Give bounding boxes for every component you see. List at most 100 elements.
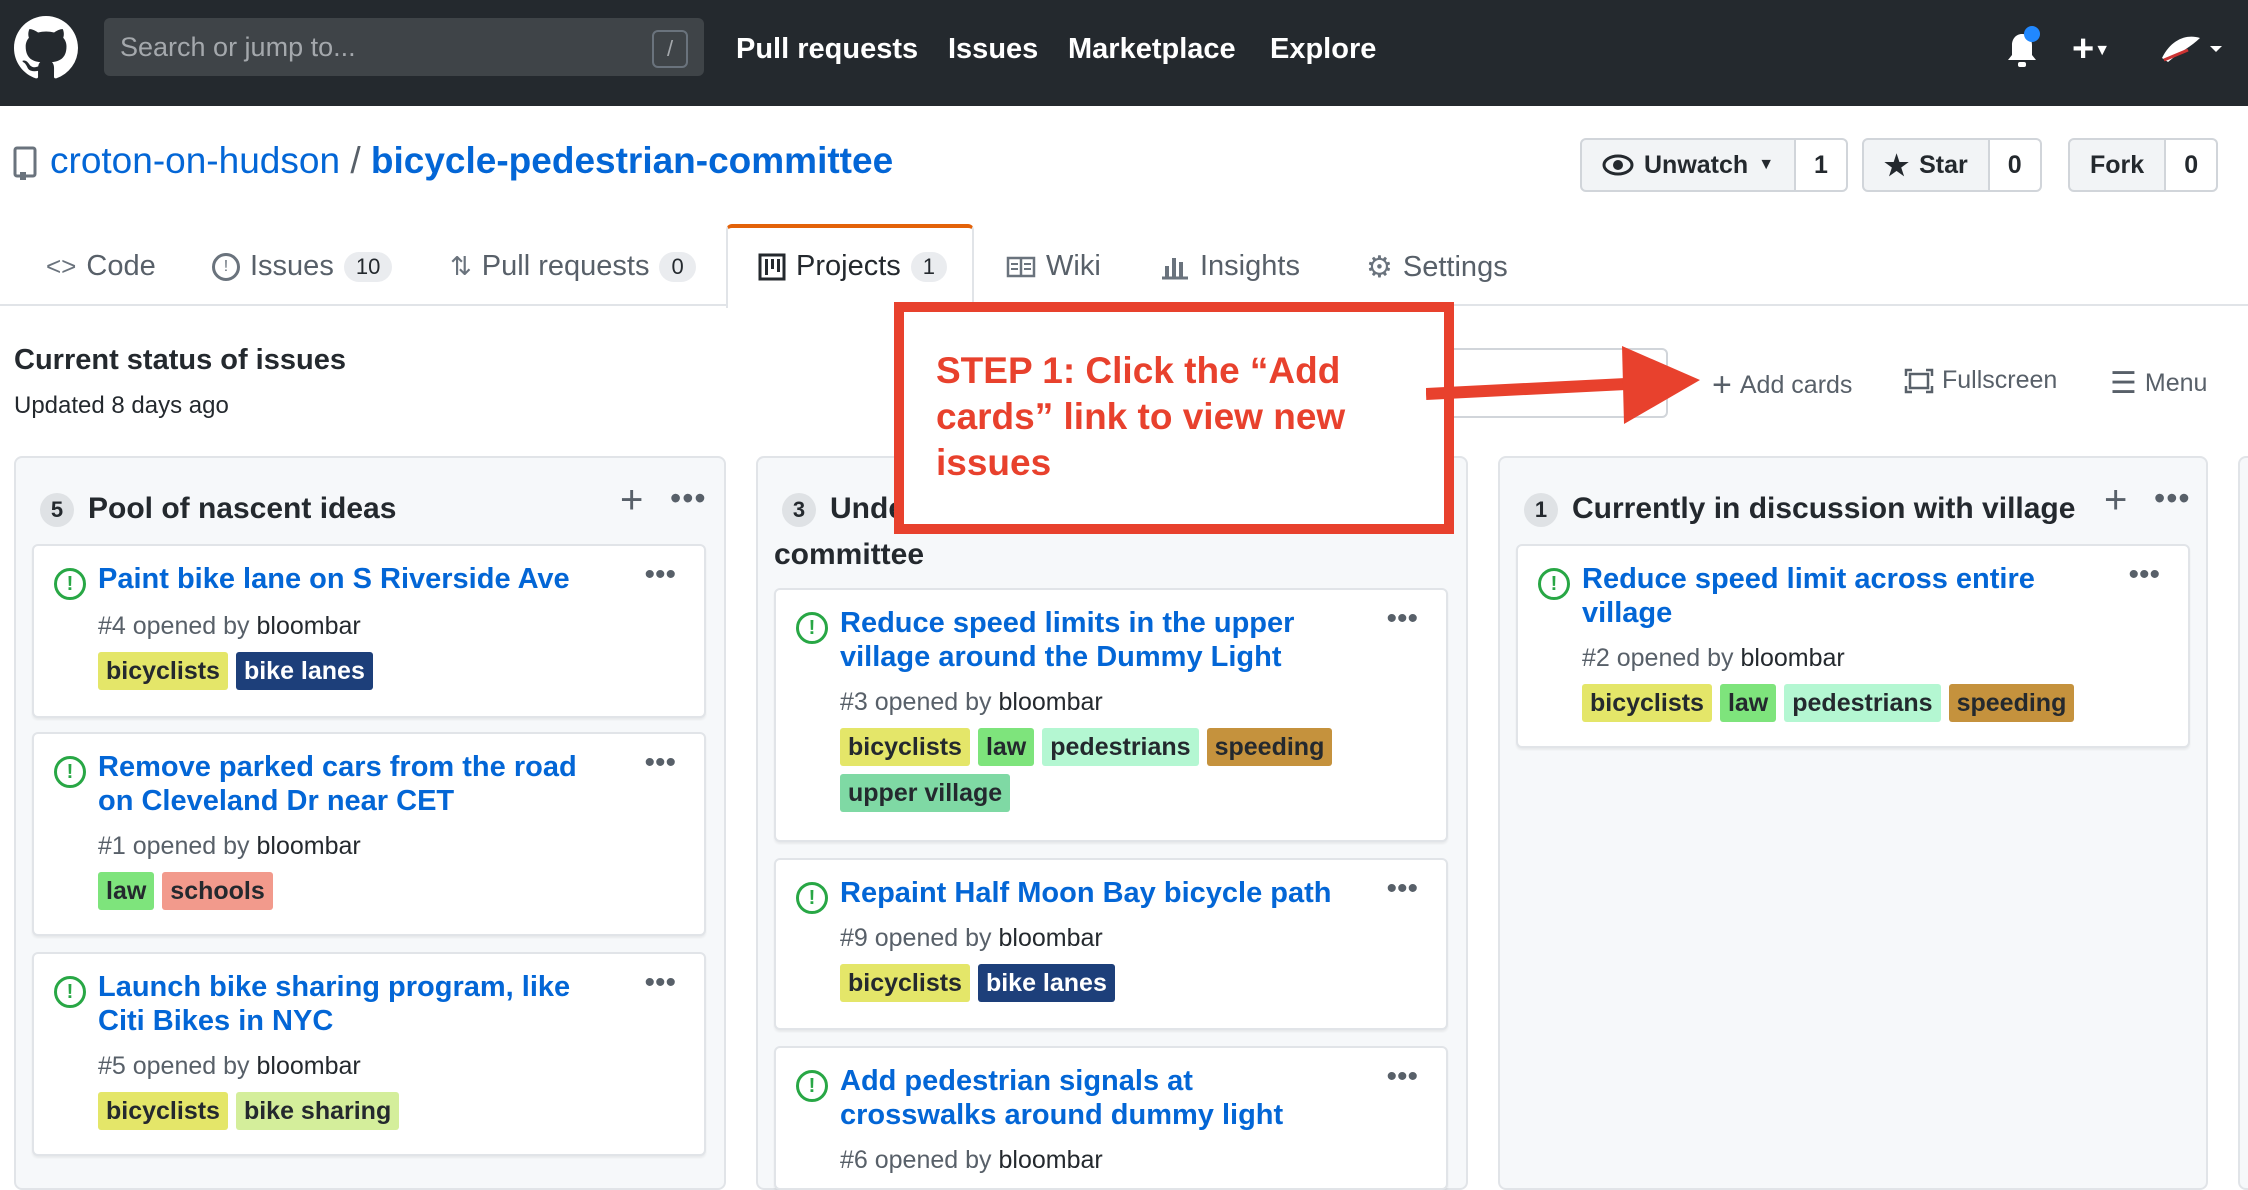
card-menu-dots-icon[interactable]: ••• [644, 558, 676, 592]
search-input[interactable]: Search or jump to... / [104, 18, 704, 76]
label-bike-lanes[interactable]: bike lanes [235, 652, 373, 690]
project-column-partial [2238, 456, 2248, 1190]
issue-meta: #6 opened by bloombar [840, 1146, 1103, 1175]
github-logo-icon[interactable] [14, 16, 78, 80]
issue-title-link[interactable]: Reduce speed limits in the upper village… [840, 606, 1350, 674]
tab-settings-label: Settings [1402, 251, 1508, 283]
issue-number: #1 opened by [98, 832, 250, 860]
add-card-plus-icon[interactable]: + [620, 478, 643, 523]
column-card-count: 3 [782, 493, 816, 528]
menu-label: Menu [2144, 369, 2208, 397]
menu-button[interactable]: ☰ Menu [2110, 366, 2207, 401]
avatar[interactable] [2158, 28, 2228, 72]
issue-card[interactable]: ! Paint bike lane on S Riverside Ave •••… [32, 544, 706, 718]
tab-pull-requests[interactable]: ⇅ Pull requests 0 [450, 250, 696, 283]
issue-author[interactable]: bloombar [256, 1052, 360, 1080]
card-menu-dots-icon[interactable]: ••• [1386, 602, 1418, 636]
issue-author[interactable]: bloombar [256, 612, 360, 640]
tab-insights-label: Insights [1200, 250, 1300, 282]
create-new-dropdown-icon[interactable]: +▼ [2072, 28, 2110, 71]
label-speeding[interactable]: speeding [1948, 684, 2075, 722]
issue-title-link[interactable]: Reduce speed limit across entire village [1582, 562, 2092, 630]
column-menu-dots-icon[interactable]: ••• [2154, 480, 2191, 517]
star-button[interactable]: ★ Star [1862, 138, 1990, 192]
fork-button[interactable]: Fork [2068, 138, 2167, 192]
issue-card[interactable]: ! Remove parked cars from the road on Cl… [32, 732, 706, 936]
label-bicyclists[interactable]: bicyclists [98, 1092, 228, 1130]
label-bike-lanes[interactable]: bike lanes [977, 964, 1115, 1002]
column-menu-dots-icon[interactable]: ••• [670, 480, 707, 517]
fullscreen-button[interactable]: Fullscreen [1904, 366, 2057, 395]
tab-projects[interactable]: Projects 1 [758, 250, 948, 283]
nav-pull-requests[interactable]: Pull requests [736, 33, 918, 66]
issue-title-link[interactable]: Repaint Half Moon Bay bicycle path [840, 876, 1350, 910]
tab-issues[interactable]: ! Issues 10 [212, 250, 393, 283]
issue-number: #4 opened by [98, 612, 250, 640]
label-schools[interactable]: schools [162, 872, 273, 910]
issue-card[interactable]: ! Reduce speed limits in the upper villa… [774, 588, 1448, 842]
issue-author[interactable]: bloombar [998, 688, 1102, 716]
issue-meta: #3 opened by bloombar [840, 688, 1103, 717]
label-pedestrians[interactable]: pedestrians [1784, 684, 1941, 722]
issue-title-link[interactable]: Remove parked cars from the road on Clev… [98, 750, 608, 818]
label-pedestrians[interactable]: pedestrians [1042, 728, 1199, 766]
unwatch-label: Unwatch [1644, 150, 1749, 179]
top-header: Search or jump to... / Pull requests Iss… [0, 0, 2248, 106]
tab-code[interactable]: <> Code [46, 250, 156, 283]
issue-card[interactable]: ! Reduce speed limit across entire villa… [1516, 544, 2190, 748]
label-bicyclists[interactable]: bicyclists [840, 964, 970, 1002]
fork-label: Fork [2090, 150, 2145, 179]
issue-title-link[interactable]: Paint bike lane on S Riverside Ave [98, 562, 608, 596]
repo-icon [13, 146, 37, 180]
tab-wiki[interactable]: Wiki [1006, 250, 1101, 283]
add-card-plus-icon[interactable]: + [2104, 478, 2127, 523]
issue-number: #5 opened by [98, 1052, 250, 1080]
label-law[interactable]: law [1719, 684, 1777, 722]
add-cards-button[interactable]: + Add cards [1712, 366, 1852, 405]
eye-icon [1602, 154, 1634, 176]
label-law[interactable]: law [977, 728, 1035, 766]
issue-card[interactable]: ! Launch bike sharing program, like Citi… [32, 952, 706, 1156]
watchers-count[interactable]: 1 [1796, 138, 1848, 192]
nav-marketplace[interactable]: Marketplace [1068, 33, 1236, 66]
issue-author[interactable]: bloombar [998, 924, 1102, 952]
nav-explore[interactable]: Explore [1270, 33, 1376, 66]
tab-insights[interactable]: Insights [1160, 250, 1300, 283]
repo-name-link[interactable]: bicycle-pedestrian-committee [371, 140, 893, 181]
issue-title-link[interactable]: Add pedestrian signals at crosswalks aro… [840, 1064, 1350, 1132]
tab-code-label: Code [86, 250, 156, 282]
forks-count[interactable]: 0 [2166, 138, 2219, 192]
stars-count[interactable]: 0 [1989, 138, 2042, 192]
unwatch-button[interactable]: Unwatch ▼ [1580, 138, 1797, 192]
issue-card[interactable]: ! Repaint Half Moon Bay bicycle path •••… [774, 858, 1448, 1030]
card-menu-dots-icon[interactable]: ••• [644, 746, 676, 780]
notification-bell-icon[interactable] [2004, 26, 2040, 72]
card-menu-dots-icon[interactable]: ••• [1386, 1060, 1418, 1094]
fullscreen-label: Fullscreen [1942, 366, 2058, 394]
label-speeding[interactable]: speeding [1206, 728, 1333, 766]
issue-opened-icon: ! [212, 252, 240, 281]
tab-issues-label: Issues [250, 250, 334, 282]
issue-card[interactable]: ! Add pedestrian signals at crosswalks a… [774, 1046, 1448, 1190]
label-law[interactable]: law [98, 872, 155, 910]
label-bicyclists[interactable]: bicyclists [98, 652, 228, 690]
label-bicyclists[interactable]: bicyclists [840, 728, 970, 766]
label-upper-village[interactable]: upper village [840, 774, 1011, 812]
label-bike-sharing[interactable]: bike sharing [235, 1092, 400, 1130]
repo-owner-link[interactable]: croton-on-hudson [50, 140, 340, 181]
tab-wiki-label: Wiki [1046, 250, 1101, 282]
issue-author[interactable]: bloombar [1740, 644, 1844, 672]
nav-issues[interactable]: Issues [948, 33, 1038, 66]
issue-open-icon: ! [54, 976, 86, 1008]
label-bicyclists[interactable]: bicyclists [1582, 684, 1712, 722]
issue-labels: bicyclists bike lanes [98, 652, 678, 690]
issue-meta: #2 opened by bloombar [1582, 644, 1845, 673]
issue-author[interactable]: bloombar [256, 832, 360, 860]
card-menu-dots-icon[interactable]: ••• [644, 966, 676, 1000]
issue-open-icon: ! [796, 1070, 828, 1102]
tab-settings[interactable]: ⚙ Settings [1366, 250, 1508, 285]
card-menu-dots-icon[interactable]: ••• [1386, 872, 1418, 906]
card-menu-dots-icon[interactable]: ••• [2128, 558, 2160, 592]
project-icon [758, 253, 786, 280]
issue-title-link[interactable]: Launch bike sharing program, like Citi B… [98, 970, 608, 1038]
